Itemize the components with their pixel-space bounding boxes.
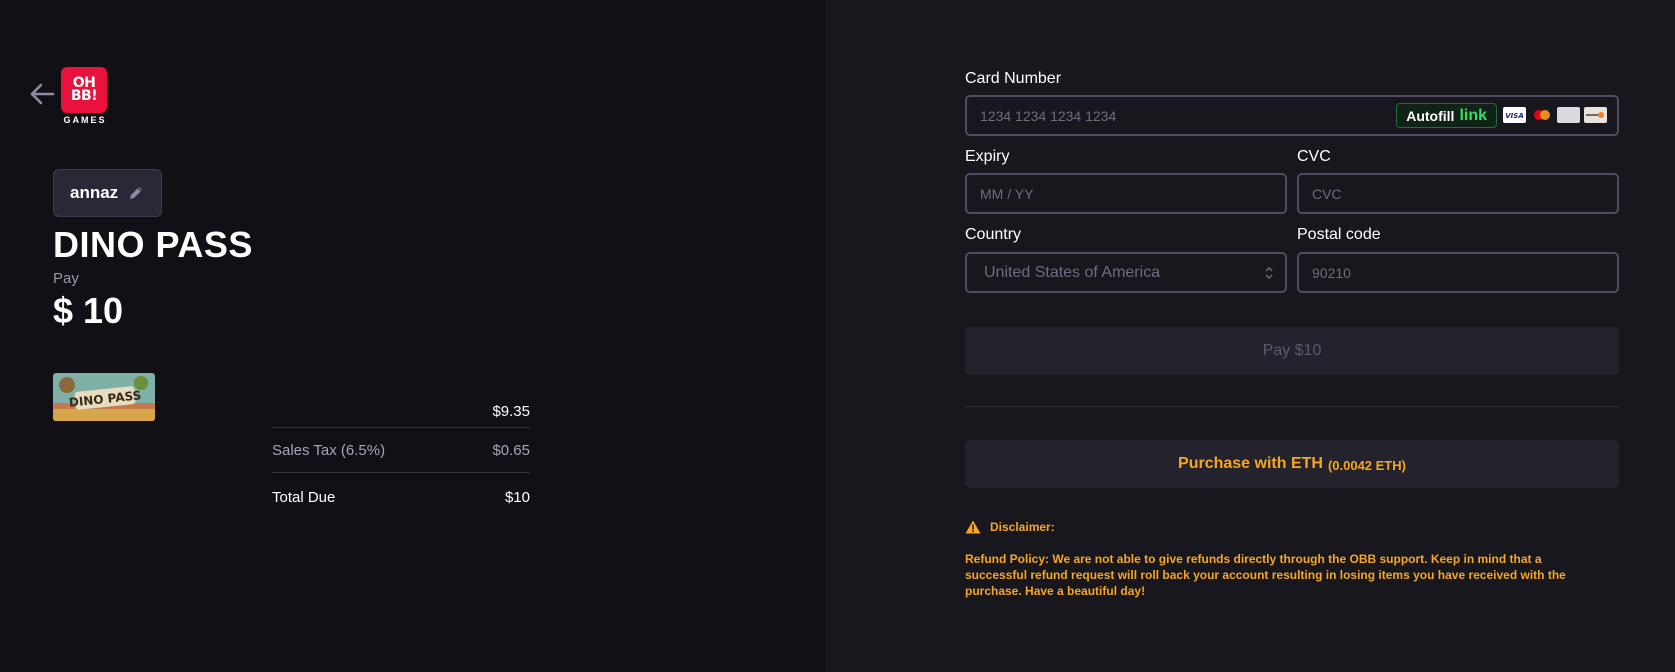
autofill-link-button[interactable]: Autofill link	[1396, 103, 1497, 128]
subtotal-value: $9.35	[492, 402, 530, 420]
card-number-input[interactable]: 1234 1234 1234 1234 Autofill link VISA	[965, 95, 1619, 136]
cvc-placeholder: CVC	[1312, 185, 1342, 202]
warning-icon	[965, 520, 981, 534]
product-thumbnail: DINO PASS	[53, 373, 155, 421]
cvc-input[interactable]: CVC	[1297, 173, 1619, 214]
logo-mark: OH BB!	[61, 67, 107, 113]
tax-label: Sales Tax (6.5%)	[272, 441, 386, 459]
logo-subtitle: GAMES	[63, 115, 107, 125]
username: annaz	[70, 183, 119, 202]
payment-panel: Card Number 1234 1234 1234 1234 Autofill…	[826, 0, 1675, 672]
country-label: Country	[965, 226, 1022, 243]
card-number-label: Card Number	[965, 70, 1062, 87]
edit-username-button[interactable]: annaz	[53, 169, 162, 217]
disclaimer-header: Disclaimer:	[965, 520, 1055, 534]
order-summary-panel: OH BB! GAMES annaz DINO PASS Pay $ 10 DI…	[0, 0, 826, 672]
discover-icon	[1584, 107, 1607, 123]
ohbb-games-logo[interactable]: OH BB! GAMES	[61, 67, 109, 125]
pay-amount: $ 10	[53, 290, 124, 331]
divider	[965, 406, 1619, 407]
chevron-down-icon	[1265, 267, 1273, 279]
eth-button-label: Purchase with ETH	[1178, 455, 1323, 472]
pay-button[interactable]: Pay $10	[965, 327, 1619, 375]
tax-row: Sales Tax (6.5%) $0.65	[272, 428, 530, 473]
pencil-icon	[130, 187, 143, 199]
expiry-input[interactable]: MM / YY	[965, 173, 1287, 214]
card-brand-icons: VISA	[1503, 107, 1607, 123]
price-summary: $9.35 Sales Tax (6.5%) $0.65 Total Due $…	[272, 395, 530, 517]
total-value: $10	[504, 488, 530, 506]
amex-icon	[1557, 107, 1580, 123]
expiry-label: Expiry	[965, 148, 1010, 165]
expiry-placeholder: MM / YY	[980, 185, 1034, 202]
svg-text:VISA: VISA	[1505, 112, 1523, 119]
total-label: Total Due	[272, 488, 336, 506]
pay-label: Pay	[53, 270, 79, 287]
postal-code-placeholder: 90210	[1312, 264, 1351, 281]
product-title: DINO PASS	[53, 224, 253, 265]
country-select[interactable]: United States of America	[965, 252, 1287, 293]
purchase-with-eth-button[interactable]: Purchase with ETH (0.0042 ETH)	[965, 440, 1619, 488]
eth-amount: (0.0042 ETH)	[1327, 457, 1406, 473]
postal-code-input[interactable]: 90210	[1297, 252, 1619, 293]
checkout-page: OH BB! GAMES annaz DINO PASS Pay $ 10 DI…	[0, 0, 1675, 672]
tax-value: $0.65	[492, 441, 530, 459]
country-value: United States of America	[984, 263, 1161, 281]
total-row: Total Due $10	[272, 473, 530, 517]
link-brand: link	[1459, 106, 1487, 124]
card-number-placeholder: 1234 1234 1234 1234	[980, 107, 1117, 124]
subtotal-row: $9.35	[272, 395, 530, 428]
autofill-text: Autofill	[1406, 107, 1455, 124]
visa-icon: VISA	[1503, 107, 1526, 123]
disclaimer-title: Disclaimer:	[990, 520, 1055, 534]
postal-code-label: Postal code	[1297, 226, 1381, 243]
mastercard-icon	[1530, 107, 1553, 123]
logo-line-2: BB!	[70, 88, 98, 104]
back-arrow-icon[interactable]	[28, 80, 56, 108]
refund-policy-text: Refund Policy: We are not able to give r…	[965, 552, 1566, 598]
cvc-label: CVC	[1297, 148, 1331, 165]
